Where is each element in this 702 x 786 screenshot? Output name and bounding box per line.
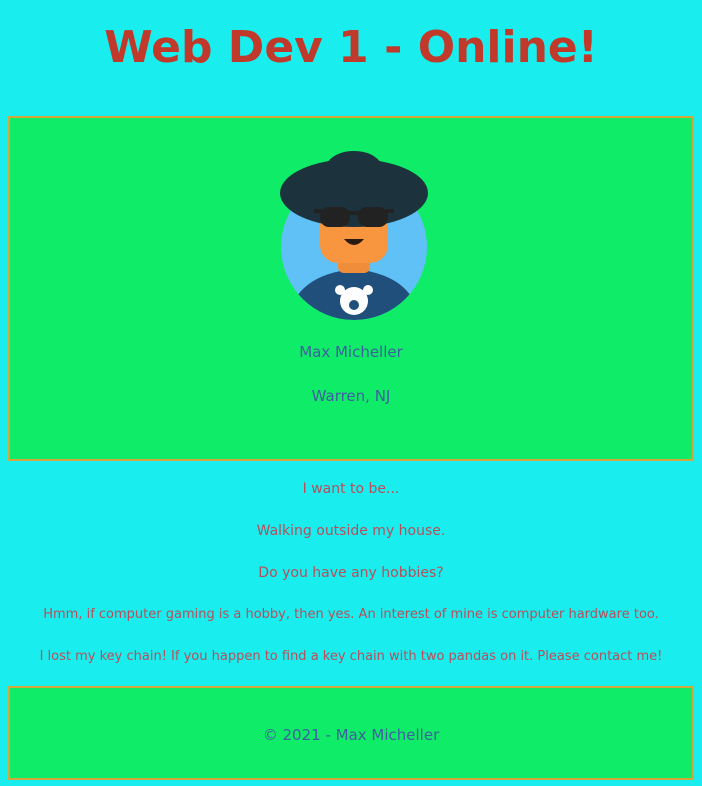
about-line-5: I lost my key chain! If you happen to fi… [39,649,663,664]
about-line-1: I want to be... [302,481,400,497]
page-title: Web Dev 1 - Online! [104,22,598,73]
about-line-4: Hmm, if computer gaming is a hobby, then… [43,607,659,622]
about-line-2: Walking outside my house. [256,523,446,539]
profile-card: Max Micheller Warren, NJ [8,116,694,461]
footer: © 2021 - Max Micheller [8,686,694,780]
about-line-3: Do you have any hobbies? [258,565,444,581]
profile-location: Warren, NJ [311,387,391,405]
profile-name: Max Micheller [299,343,403,361]
avatar [280,151,428,320]
footer-copyright: © 2021 - Max Micheller [262,726,440,744]
